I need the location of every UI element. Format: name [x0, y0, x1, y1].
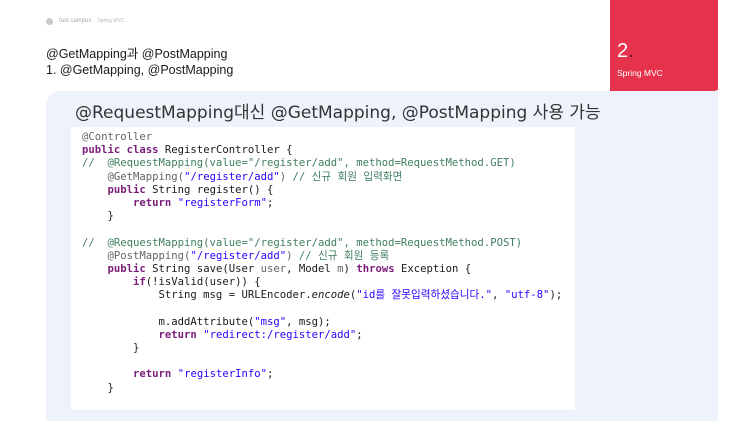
code-token: @GetMapping( [107, 170, 185, 183]
logo-icon [46, 17, 53, 25]
code-token: "msg" [254, 315, 287, 328]
code-token: ) [343, 262, 357, 275]
code-token: ) [279, 170, 293, 183]
code-token: "registerForm" [177, 196, 267, 209]
code-line: @PostMapping("/register/add") // 신규 회원 등… [82, 250, 562, 263]
breadcrumb: Spring MVC [97, 18, 125, 24]
code-token: // 신규 회원 등록 [298, 249, 390, 262]
code-token: return [133, 196, 178, 209]
code-token: "redirect:/register/add" [203, 328, 357, 341]
code-token: return [158, 328, 204, 341]
code-token: ; [266, 368, 274, 381]
code-token: , msg); [286, 315, 331, 328]
section-subtitle: 1. @GetMapping, @PostMapping [46, 63, 234, 77]
code-line: public String register() { [82, 184, 562, 197]
code-token: throws [356, 262, 401, 275]
code-token: ; [356, 328, 363, 341]
code-line: } [82, 382, 562, 395]
code-token: String save(User [152, 262, 261, 275]
code-line: } [82, 210, 562, 223]
code-line: return "registerInfo"; [82, 368, 562, 381]
code-token: } [82, 342, 140, 354]
chapter-dot: . [628, 40, 634, 62]
code-block: @Controller public class RegisterControll… [82, 131, 562, 395]
code-token: (!isValid(user)) { [145, 276, 261, 289]
code-line: m.addAttribute("msg", msg); [82, 316, 562, 329]
code-token: public class [82, 144, 165, 157]
code-token: return [133, 368, 178, 381]
code-token: String msg = URLEncoder. [82, 289, 312, 302]
chapter-label: Spring MVC [617, 68, 663, 78]
code-token: // @RequestMapping(value="/register/add"… [82, 157, 516, 170]
code-token: user [260, 262, 287, 275]
code-token: if [133, 276, 146, 289]
code-token: @Controller [82, 131, 153, 143]
code-line: public String save(User user, Model m) t… [82, 263, 562, 276]
code-token: Exception { [400, 262, 472, 275]
code-line: if(!isValid(user)) { [82, 276, 562, 289]
code-token: encode [311, 289, 350, 302]
code-token: m.addAttribute( [82, 315, 255, 328]
header-bar: fast campus Spring MVC [46, 16, 124, 26]
code-token: } [82, 381, 114, 394]
code-token: String register() { [152, 183, 274, 196]
code-token: @PostMapping( [107, 249, 191, 262]
code-line: @GetMapping("/register/add") // 신규 회원 입력… [82, 171, 562, 184]
code-token: ; [266, 196, 274, 209]
panel-title: @RequestMapping대신 @GetMapping, @PostMapp… [75, 103, 601, 123]
code-line: String msg = URLEncoder.encode("id를 잘못입력… [82, 289, 563, 302]
code-token: , Model [286, 262, 338, 275]
code-token: public [107, 183, 153, 196]
code-line: return "redirect:/register/add"; [82, 329, 562, 342]
code-token: "id를 잘못입력하셨습니다." [356, 289, 493, 302]
code-token: "/register/add" [190, 249, 287, 262]
code-line: public class RegisterController { [82, 144, 562, 157]
section-title: @GetMapping과 @PostMapping [46, 47, 228, 61]
code-line: // @RequestMapping(value="/register/add"… [82, 237, 562, 250]
code-token: ); [549, 289, 563, 302]
code-token: "registerInfo" [177, 368, 267, 381]
code-token: RegisterController { [164, 144, 293, 157]
code-line: @Controller [82, 131, 562, 144]
code-token: "utf-8" [504, 289, 550, 302]
code-token: "/register/add" [184, 170, 280, 183]
chapter-number: 2. [617, 40, 634, 62]
code-token: // @RequestMapping(value="/register/add"… [82, 236, 523, 249]
code-line: return "registerForm"; [82, 197, 562, 210]
logo-text: fast campus [59, 18, 92, 24]
code-line: // @RequestMapping(value="/register/add"… [82, 157, 562, 170]
code-token: } [82, 210, 114, 223]
code-token: // 신규 회원 입력화면 [292, 170, 403, 183]
code-token: public [107, 262, 153, 275]
code-token: , [492, 289, 505, 302]
code-line: } [82, 342, 562, 355]
code-token: ) [286, 249, 299, 262]
